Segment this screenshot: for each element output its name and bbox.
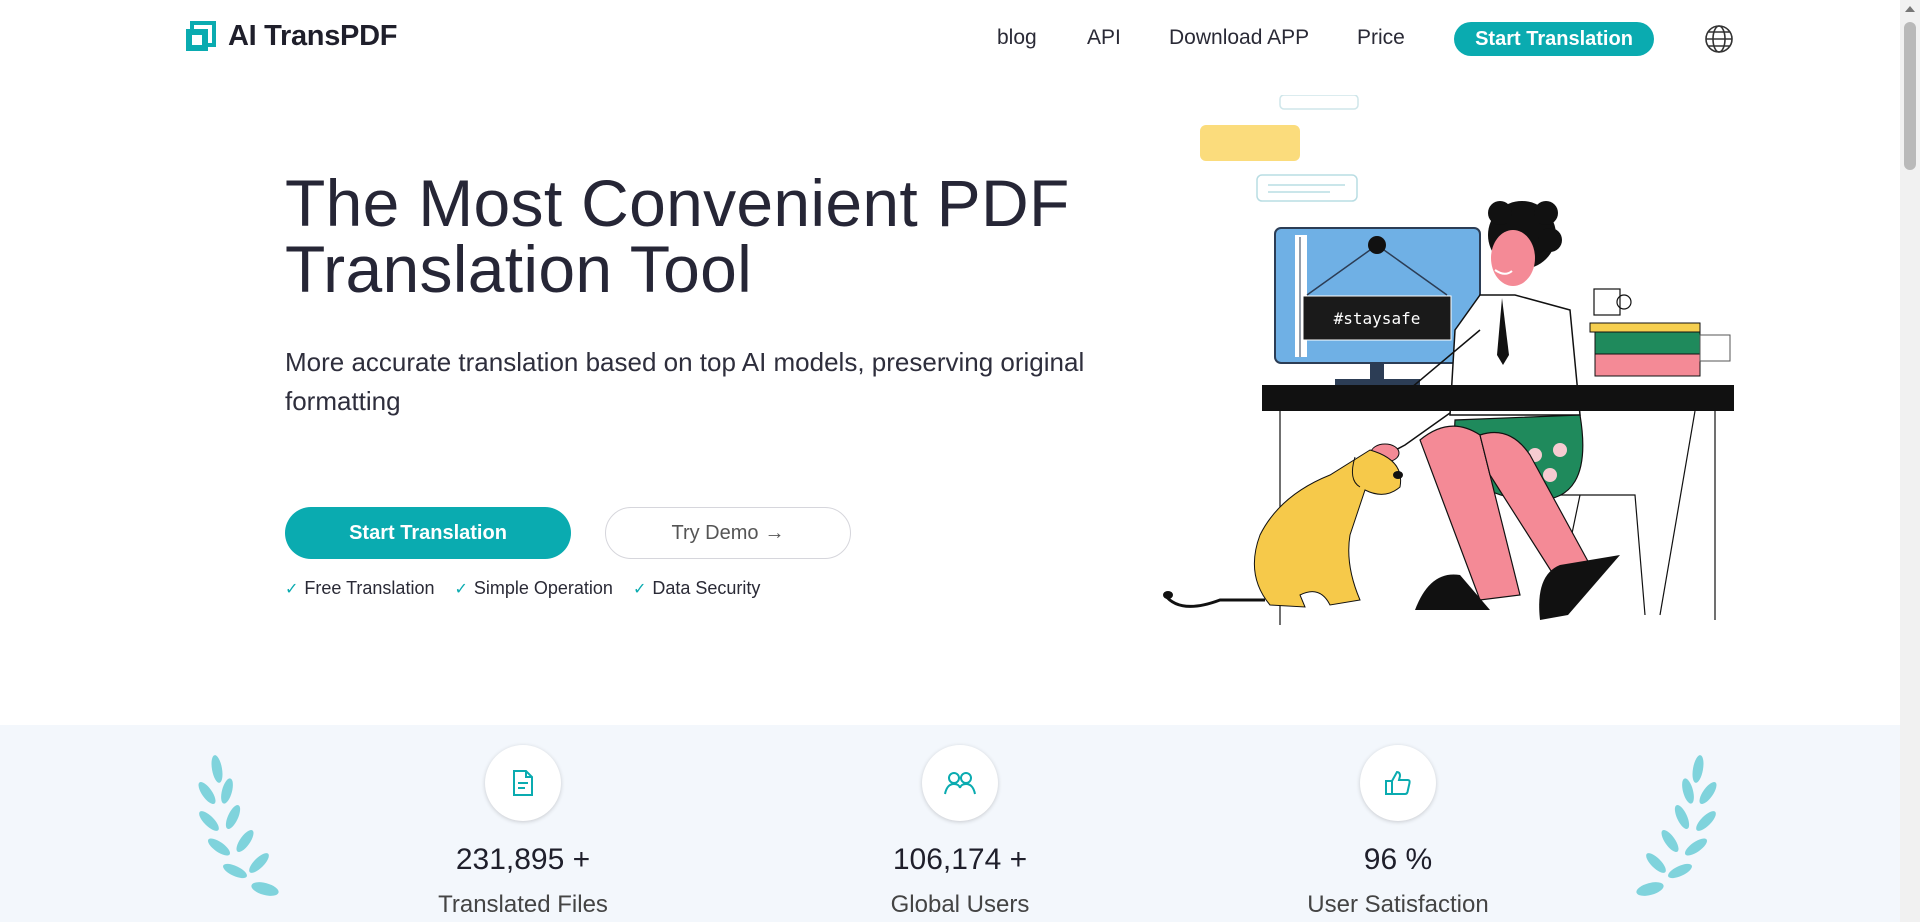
logo-icon: [186, 20, 216, 51]
stat-icon-badge: [922, 745, 998, 821]
logo[interactable]: AI TransPDF: [184, 20, 397, 53]
page: AI TransPDF blog API Download APP Price …: [0, 0, 1920, 922]
check-icon: ✓: [632, 580, 647, 598]
try-demo-label: Try Demo: [671, 521, 759, 544]
try-demo-button[interactable]: Try Demo →: [605, 507, 851, 559]
start-translation-button[interactable]: Start Translation: [285, 507, 571, 559]
thumbs-up-icon: [1385, 770, 1411, 795]
logo-text: AI TransPDF: [228, 20, 398, 52]
stat-label: User Satisfaction: [1307, 891, 1489, 918]
hero-title-line-2: Translation Tool: [285, 232, 753, 306]
feature-label: Simple Operation: [473, 578, 613, 598]
users-icon: [944, 772, 976, 795]
stat-value: 106,174 +: [892, 843, 1028, 876]
site-header: AI TransPDF blog API Download APP Price …: [0, 0, 1900, 76]
document-icon: [513, 770, 533, 796]
nav-price[interactable]: Price: [1357, 26, 1405, 50]
stat-global-users: 106,174 + Global Users: [810, 745, 1110, 919]
hero-title: The Most Convenient PDF Translation Tool: [285, 170, 1185, 302]
feature-item: ✓ Data Security: [633, 578, 760, 599]
stat-label: Global Users: [890, 891, 1030, 918]
stat-icon-badge: [485, 745, 561, 821]
header-start-translation-button[interactable]: Start Translation: [1454, 22, 1654, 56]
feature-list: ✓ Free Translation ✓ Simple Operation ✓ …: [285, 578, 760, 599]
stat-icon-badge: [1360, 745, 1436, 821]
laurel-right-icon: [1636, 755, 1717, 896]
stat-value: 231,895 +: [455, 843, 591, 876]
check-icon: ✓: [454, 580, 468, 598]
stats-section: 231,895 + Translated Files 106,174 + Glo…: [0, 725, 1900, 922]
laurel-left-icon: [198, 755, 279, 896]
globe-icon[interactable]: [1703, 23, 1735, 55]
stat-translated-files: 231,895 + Translated Files: [373, 745, 673, 919]
feature-item: ✓ Simple Operation: [454, 578, 612, 599]
nav-blog[interactable]: blog: [997, 26, 1037, 50]
page-scrollbar[interactable]: [1900, 0, 1920, 922]
feature-label: Data Security: [652, 578, 761, 598]
check-icon: ✓: [285, 580, 299, 598]
feature-item: ✓ Free Translation: [285, 578, 434, 599]
nav-download-app[interactable]: Download APP: [1169, 26, 1309, 50]
hero-title-line-1: The Most Convenient PDF: [285, 166, 1070, 240]
feature-label: Free Translation: [304, 578, 435, 598]
stat-value: 96 %: [1363, 843, 1433, 876]
illustration-sign-text: #staysafe: [1334, 309, 1421, 328]
scroll-up-arrow-icon[interactable]: [1905, 6, 1915, 12]
hero-subtitle: More accurate translation based on top A…: [285, 347, 1085, 416]
stat-label: Translated Files: [438, 891, 608, 918]
hero-illustration: #staysafe: [1163, 95, 1734, 625]
stat-user-satisfaction: 96 % User Satisfaction: [1248, 745, 1548, 919]
scrollbar-thumb[interactable]: [1904, 22, 1916, 170]
arrow-right-icon: →: [764, 521, 785, 544]
nav-api[interactable]: API: [1087, 26, 1121, 50]
